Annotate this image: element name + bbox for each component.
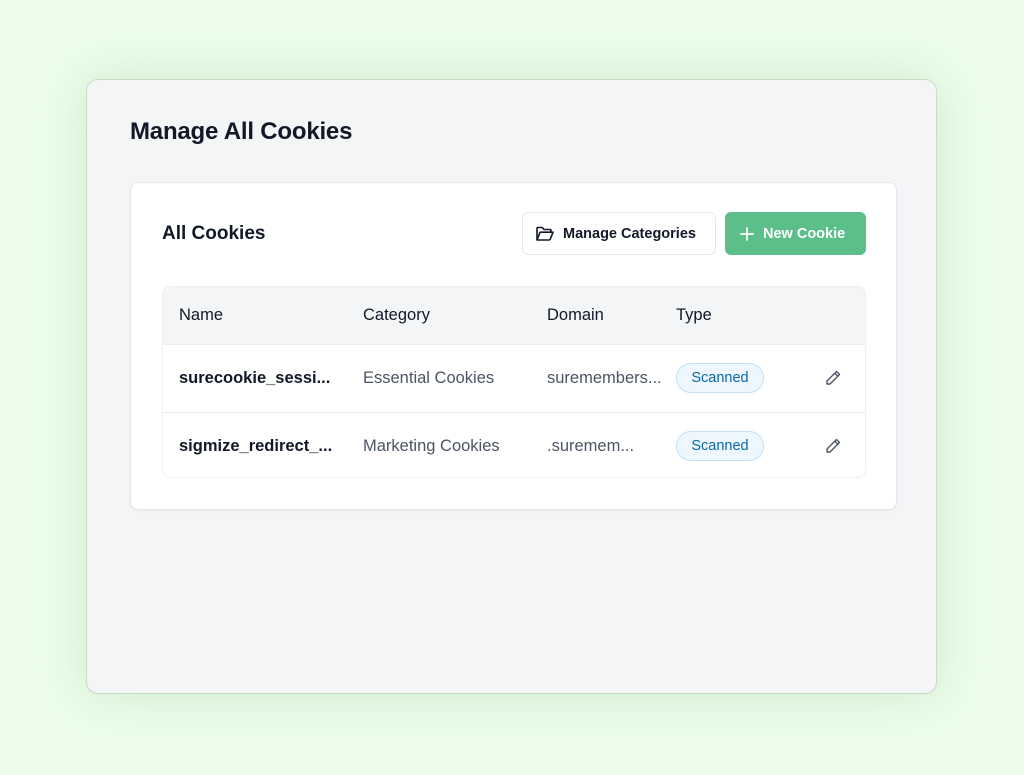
type-badge: Scanned: [676, 431, 764, 461]
folder-open-icon: [535, 225, 555, 243]
card-title: All Cookies: [162, 223, 266, 244]
manage-cookies-window: Manage All Cookies All Cookies Manage Ca…: [86, 79, 937, 694]
new-cookie-button[interactable]: New Cookie: [725, 212, 866, 255]
cookie-name: sigmize_redirect_...: [179, 437, 333, 455]
new-cookie-label: New Cookie: [763, 225, 846, 242]
table-header: Name Category Domain Type: [163, 287, 865, 345]
page-title: Manage All Cookies: [130, 118, 353, 145]
pencil-icon: [826, 370, 841, 385]
all-cookies-card: All Cookies Manage Categories New Cookie…: [130, 182, 897, 510]
cookie-category: Marketing Cookies: [363, 437, 500, 455]
manage-categories-button[interactable]: Manage Categories: [522, 212, 716, 255]
cookie-domain: suremembers...: [547, 369, 662, 387]
cookie-domain: .suremem...: [547, 437, 635, 455]
edit-cookie-button[interactable]: [823, 368, 843, 388]
cookie-name: surecookie_sessi...: [179, 369, 331, 387]
cookie-category: Essential Cookies: [363, 369, 495, 387]
column-header-name: Name: [179, 306, 224, 324]
manage-categories-label: Manage Categories: [563, 225, 696, 242]
pencil-icon: [826, 438, 841, 453]
table-row: sigmize_redirect_... Marketing Cookies .…: [163, 413, 865, 477]
plus-icon: [739, 226, 755, 242]
type-badge: Scanned: [676, 363, 764, 393]
cookies-table: Name Category Domain Type surecookie_ses…: [162, 286, 866, 478]
table-row: surecookie_sessi... Essential Cookies su…: [163, 345, 865, 413]
column-header-type: Type: [676, 306, 712, 324]
edit-cookie-button[interactable]: [823, 436, 843, 456]
column-header-domain: Domain: [547, 306, 604, 324]
column-header-category: Category: [363, 306, 430, 324]
